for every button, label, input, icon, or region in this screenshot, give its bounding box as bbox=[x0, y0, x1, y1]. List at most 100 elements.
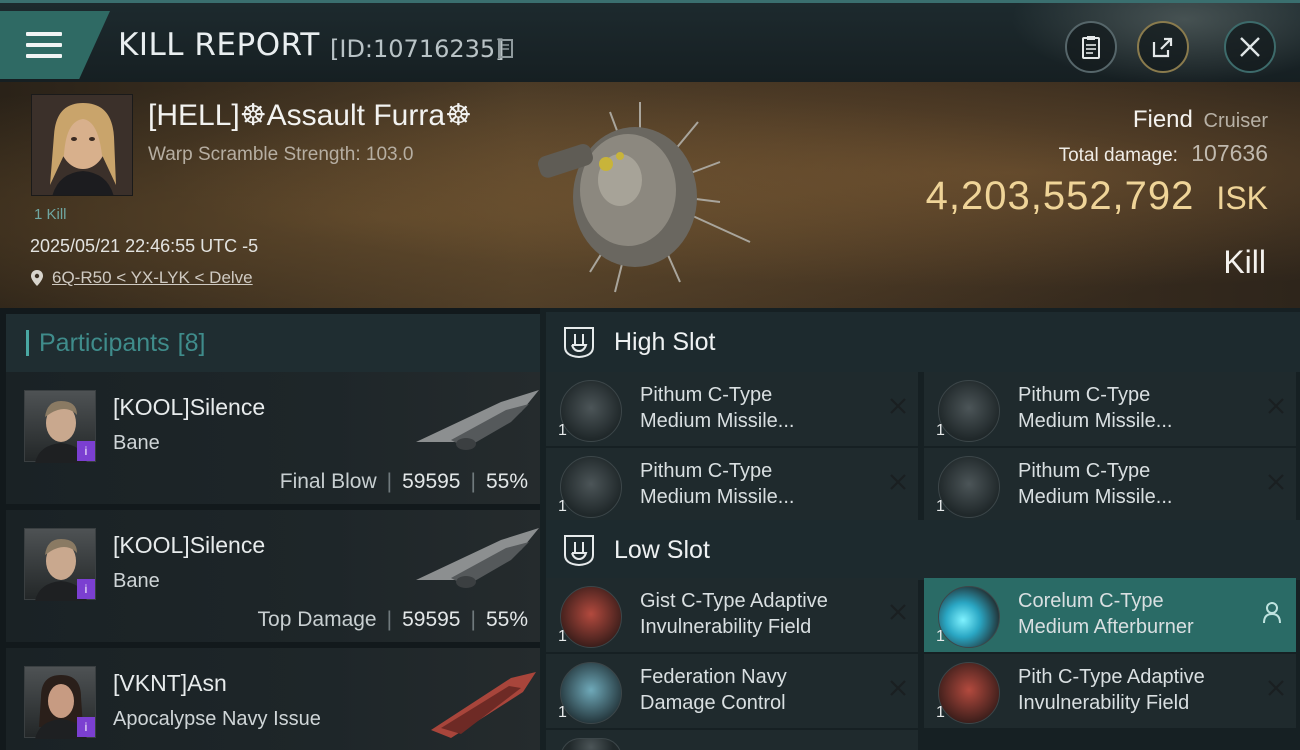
module-name: Gist C-Type Adaptive Invulnerability Fie… bbox=[640, 588, 870, 640]
module-name-line2: Medium Missile... bbox=[640, 410, 795, 432]
kill-summary-banner: [HELL]☸Assault Furra☸ Warp Scramble Stre… bbox=[0, 82, 1300, 308]
close-icon bbox=[1240, 37, 1260, 57]
victim-avatar[interactable] bbox=[31, 94, 133, 196]
module-name: Federation Navy Damage Control bbox=[640, 664, 870, 716]
module-qty: 1 bbox=[558, 422, 567, 439]
menu-icon bbox=[26, 32, 62, 58]
missile-launcher-icon bbox=[560, 380, 622, 442]
kill-result: Kill bbox=[1223, 244, 1266, 280]
person-icon[interactable] bbox=[1262, 602, 1282, 624]
module-qty: 1 bbox=[936, 422, 945, 439]
module-name-line2: Invulnerability Field bbox=[1018, 692, 1190, 714]
module-name: Pithum C-Type Medium Missile... bbox=[640, 382, 870, 434]
damage-value: 59595 bbox=[402, 608, 461, 631]
module-name-line2: Damage Control bbox=[640, 692, 786, 714]
participant-ship: Bane bbox=[113, 570, 160, 592]
module-name-line1: Gist C-Type Adaptive bbox=[640, 590, 828, 612]
top-bar: KILL REPORT [ID:10716235] bbox=[0, 0, 1300, 85]
afterburner-icon bbox=[938, 586, 1000, 648]
participant-avatar[interactable]: i bbox=[24, 390, 96, 463]
participant-ship: Apocalypse Navy Issue bbox=[113, 708, 321, 730]
total-damage-value: 107636 bbox=[1191, 140, 1268, 166]
module-high[interactable]: 1 Pithum C-Type Medium Missile... bbox=[546, 448, 918, 522]
participants-label: Participants bbox=[39, 328, 170, 357]
menu-button[interactable] bbox=[0, 11, 110, 79]
module-name: Corelum C-Type Medium Afterburner bbox=[1018, 588, 1248, 640]
remove-x-icon[interactable] bbox=[1266, 396, 1286, 416]
module-name-line1: Corelum C-Type bbox=[1018, 590, 1164, 612]
participant-ship-image bbox=[431, 672, 536, 738]
page-title: KILL REPORT bbox=[118, 27, 320, 63]
location-row[interactable]: 6Q-R50 < YX-LYK < Delve bbox=[30, 268, 253, 288]
module-qty: 1 bbox=[936, 498, 945, 515]
report-id: [ID:10716235] bbox=[330, 35, 505, 63]
module-name-line1: Pithum C-Type bbox=[1018, 384, 1151, 406]
remove-x-icon[interactable] bbox=[1266, 678, 1286, 698]
damage-value: 59595 bbox=[402, 470, 461, 493]
stat-separator: | bbox=[386, 608, 393, 631]
close-button[interactable] bbox=[1224, 21, 1276, 73]
victim-ship-image bbox=[538, 102, 751, 293]
module-name: Pithum C-Type Medium Missile... bbox=[640, 458, 870, 510]
remove-x-icon[interactable] bbox=[888, 472, 908, 492]
participants-panel: Participants [8] i [KOOL]Silence Bane Fi… bbox=[0, 308, 540, 750]
total-damage-label: Total damage: bbox=[1058, 145, 1178, 166]
corp-badge-icon: i bbox=[77, 717, 95, 737]
ship-class: Cruiser bbox=[1203, 110, 1268, 132]
copy-icon[interactable] bbox=[498, 39, 514, 59]
module-name: Pithum C-Type Medium Missile... bbox=[1018, 458, 1248, 510]
remove-x-icon[interactable] bbox=[1266, 472, 1286, 492]
isk-unit: ISK bbox=[1216, 180, 1268, 216]
damage-percent: 55% bbox=[485, 470, 528, 493]
module-high[interactable]: 1 Pithum C-Type Medium Missile... bbox=[924, 372, 1296, 446]
remove-x-icon[interactable] bbox=[888, 678, 908, 698]
module-high[interactable]: 1 Pithum C-Type Medium Missile... bbox=[924, 448, 1296, 522]
missile-launcher-icon bbox=[938, 380, 1000, 442]
fittings-panel: High Slot 1 Pithum C-Type Medium Missile… bbox=[540, 308, 1300, 750]
participant-row[interactable]: i [KOOL]Silence Bane Final Blow | 59595 … bbox=[6, 372, 540, 504]
participants-count: [8] bbox=[177, 328, 206, 357]
module-qty: 1 bbox=[558, 704, 567, 721]
ship-name: Fiend bbox=[1132, 106, 1193, 133]
participant-stats: Final Blow | 59595 | 55% bbox=[280, 470, 528, 494]
warp-scramble-strength: Warp Scramble Strength: 103.0 bbox=[148, 144, 414, 165]
participant-avatar[interactable]: i bbox=[24, 666, 96, 739]
missile-launcher-icon bbox=[938, 456, 1000, 518]
location-pin-icon bbox=[31, 270, 43, 286]
participant-row[interactable]: i [VKNT]Asn Apocalypse Navy Issue bbox=[6, 648, 540, 750]
damage-control-icon bbox=[560, 662, 622, 724]
clipboard-button[interactable] bbox=[1065, 21, 1117, 73]
shield-module-icon bbox=[560, 586, 622, 648]
module-name-line2: Medium Missile... bbox=[1018, 410, 1173, 432]
participants-header: Participants [8] bbox=[6, 314, 540, 372]
victim-name: [HELL]☸Assault Furra☸ bbox=[148, 99, 472, 132]
total-damage: Total damage: 107636 bbox=[1059, 140, 1268, 167]
participant-avatar[interactable]: i bbox=[24, 528, 96, 601]
module-low[interactable]: 1 Pith C-Type Adaptive Invulnerability F… bbox=[924, 654, 1296, 728]
stat-separator: | bbox=[470, 608, 476, 631]
module-low[interactable]: 1 Federation Navy Damage Control bbox=[546, 654, 918, 728]
share-icon bbox=[1152, 37, 1173, 58]
module-name-line1: Pithum C-Type bbox=[640, 384, 773, 406]
remove-x-icon[interactable] bbox=[888, 396, 908, 416]
stat-separator: | bbox=[386, 470, 393, 493]
victim-portrait-art bbox=[32, 95, 132, 195]
module-low[interactable]: 1 Gist C-Type Adaptive Invulnerability F… bbox=[546, 578, 918, 652]
participant-name: [VKNT]Asn bbox=[113, 670, 227, 696]
damage-percent: 55% bbox=[485, 608, 528, 631]
corp-badge-icon: i bbox=[77, 441, 95, 461]
module-name-line1: Federation Navy bbox=[640, 666, 787, 688]
module-qty: 1 bbox=[558, 628, 567, 645]
module-name: Pith C-Type Adaptive Invulnerability Fie… bbox=[1018, 664, 1248, 716]
location-link[interactable]: 6Q-R50 < YX-LYK < Delve bbox=[52, 268, 253, 288]
remove-x-icon[interactable] bbox=[888, 602, 908, 622]
participant-row[interactable]: i [KOOL]Silence Bane Top Damage | 59595 … bbox=[6, 510, 540, 642]
low-slot-header: Low Slot bbox=[546, 520, 1300, 580]
share-button[interactable] bbox=[1137, 21, 1189, 73]
module-name-line2: Medium Afterburner bbox=[1018, 616, 1194, 638]
module-low-partial[interactable] bbox=[546, 730, 918, 750]
isk-loss: 4,203,552,792 ISK bbox=[926, 174, 1268, 219]
header-accent bbox=[26, 330, 29, 356]
module-low-active[interactable]: 1 Corelum C-Type Medium Afterburner bbox=[924, 578, 1296, 652]
module-high[interactable]: 1 Pithum C-Type Medium Missile... bbox=[546, 372, 918, 446]
